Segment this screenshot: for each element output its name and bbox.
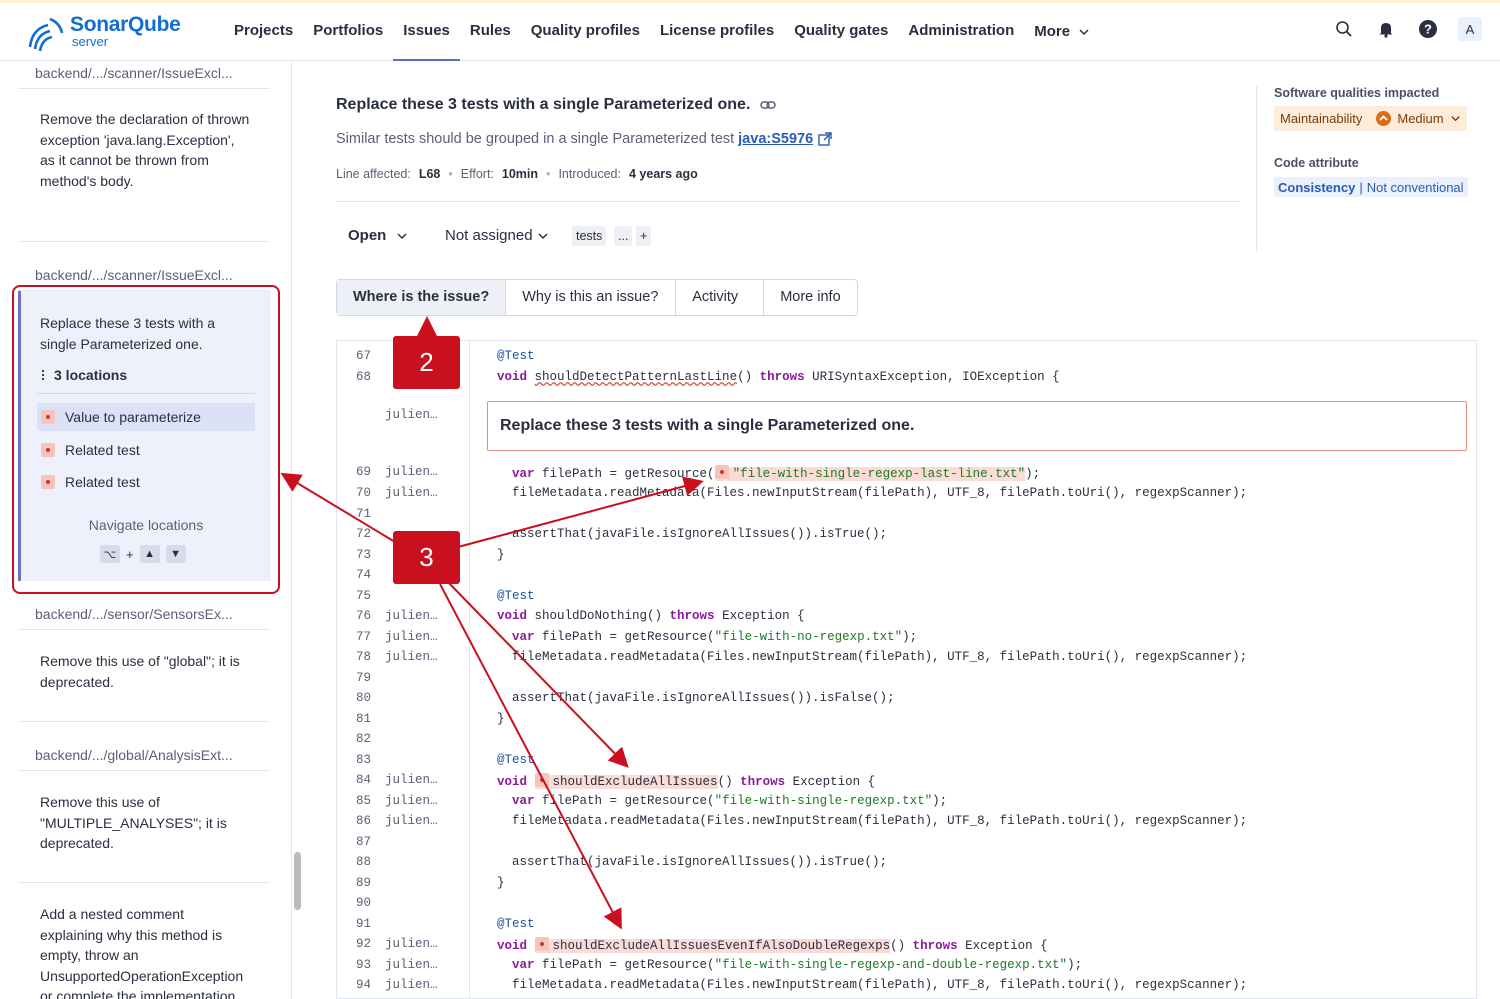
chevron-down-icon — [1450, 116, 1460, 122]
nav-quality-gates[interactable]: Quality gates — [784, 3, 898, 61]
tab-where[interactable]: Where is the issue? — [337, 280, 507, 315]
divider — [1256, 86, 1257, 252]
nav-portfolios[interactable]: Portfolios — [303, 3, 393, 61]
sidebar-scrollbar[interactable] — [294, 852, 301, 910]
highlight-frame — [12, 285, 280, 594]
nav-more-label: More — [1034, 23, 1071, 40]
divider — [18, 721, 270, 722]
quality-label: Maintainability — [1280, 111, 1363, 126]
nav-more[interactable]: More — [1024, 3, 1100, 61]
divider — [18, 241, 270, 242]
issue-item[interactable]: Remove this use of "global"; it is depre… — [40, 651, 250, 692]
divider — [18, 882, 270, 883]
status-dropdown[interactable]: Open — [348, 227, 408, 244]
file-path: backend/.../sensor/SensorsEx... — [18, 602, 270, 630]
blame-author[interactable]: julien… — [385, 609, 438, 623]
line-affected-value: L68 — [418, 167, 441, 181]
nav-projects[interactable]: Projects — [224, 3, 303, 61]
effort-value: 10min — [501, 167, 539, 181]
tab-more-info[interactable]: More info — [764, 280, 856, 315]
nav-license-profiles[interactable]: License profiles — [650, 3, 784, 61]
issue-tabs: Where is the issue? Why is this an issue… — [336, 279, 858, 316]
status-label: Open — [348, 227, 387, 244]
issue-subtitle-text: Similar tests should be grouped in a sin… — [336, 131, 735, 147]
nav-issues[interactable]: Issues — [393, 3, 460, 61]
introduced-label: Introduced: — [558, 167, 621, 181]
assignee-label: Not assigned — [445, 227, 533, 244]
blame-author[interactable]: julien… — [385, 794, 438, 808]
external-link-icon[interactable] — [817, 131, 833, 147]
help-icon[interactable]: ? — [1416, 17, 1440, 41]
main-nav: Projects Portfolios Issues Rules Quality… — [224, 3, 1100, 61]
brand-sub: server — [72, 34, 109, 49]
avatar[interactable]: A — [1458, 17, 1482, 41]
issue-item[interactable]: Add a nested comment explaining why this… — [40, 904, 250, 999]
tag-more-chip[interactable]: ... — [614, 226, 633, 246]
blame-author[interactable]: julien… — [385, 630, 438, 644]
nav-rules[interactable]: Rules — [460, 3, 521, 61]
blame-author[interactable]: julien… — [385, 937, 438, 951]
callout-badge: 2 — [393, 336, 460, 389]
blame-author[interactable]: julien… — [385, 958, 438, 972]
blame-author[interactable]: julien… — [385, 978, 438, 992]
blame-author[interactable]: julien… — [385, 465, 438, 479]
tab-activity[interactable]: Activity — [676, 280, 765, 315]
tab-why[interactable]: Why is this an issue? — [506, 280, 677, 315]
introduced-value: 4 years ago — [628, 167, 698, 181]
attribute-heading: Code attribute — [1274, 156, 1359, 170]
bell-icon[interactable] — [1374, 17, 1398, 41]
severity-medium-icon — [1376, 111, 1392, 126]
chevron-down-icon — [1079, 29, 1089, 36]
top-icons: ? A — [1332, 17, 1482, 41]
blame-author[interactable]: julien… — [385, 773, 438, 787]
inline-issue-message[interactable]: Replace these 3 tests with a single Para… — [487, 401, 1467, 451]
nav-quality-profiles[interactable]: Quality profiles — [521, 3, 650, 61]
sonarqube-logo-icon — [28, 17, 64, 52]
code-viewer: 67 @Test 68 void shouldDetectPatternLastLi… — [336, 340, 1477, 999]
effort-label: Effort: — [460, 167, 494, 181]
issue-item[interactable]: Remove the declaration of thrown excepti… — [40, 109, 250, 191]
issue-item[interactable]: Remove this use of "MULTIPLE_ANALYSES"; … — [40, 792, 250, 854]
sonarqube-logo[interactable]: SonarQube server — [26, 13, 196, 53]
svg-text:?: ? — [1424, 22, 1432, 37]
callout-badge: 3 — [393, 531, 460, 584]
issue-title: Replace these 3 tests with a single Para… — [336, 96, 777, 114]
tag-chip[interactable]: tests — [572, 226, 607, 246]
attribute-label: Consistency — [1278, 179, 1356, 195]
blame-author[interactable]: julien… — [385, 408, 438, 422]
add-tag-button[interactable]: + — [636, 226, 652, 246]
severity-label: Medium — [1397, 111, 1444, 126]
chevron-down-icon — [538, 232, 548, 239]
search-icon[interactable] — [1332, 17, 1356, 41]
severity-dropdown[interactable]: Medium — [1376, 111, 1460, 126]
qualities-heading: Software qualities impacted — [1274, 86, 1440, 100]
issue-meta: Line affected: L68 • Effort: 10min • Int… — [336, 167, 698, 181]
quality-badge[interactable]: Maintainability Medium — [1274, 106, 1467, 131]
link-icon[interactable] — [760, 99, 777, 111]
chevron-down-icon — [397, 232, 407, 239]
nav-administration[interactable]: Administration — [898, 3, 1024, 61]
issue-subtitle: Similar tests should be grouped in a sin… — [336, 131, 833, 147]
blame-author[interactable]: julien… — [385, 486, 438, 500]
gutter-divider — [469, 341, 470, 998]
line-affected-label: Line affected: — [336, 167, 411, 181]
file-path: backend/.../global/AnalysisExt... — [18, 743, 270, 771]
rule-link[interactable]: java:S5976 — [738, 131, 813, 147]
file-path: backend/.../scanner/IssueExcl... — [18, 61, 270, 89]
blame-author[interactable]: julien… — [385, 814, 438, 828]
code-attribute-badge: Consistency | Not conventional — [1274, 177, 1468, 197]
attribute-detail: Not conventional — [1366, 179, 1464, 195]
divider — [336, 201, 1240, 202]
assignee-dropdown[interactable]: Not assigned — [445, 227, 549, 244]
blame-author[interactable]: julien… — [385, 650, 438, 664]
issue-title-text: Replace these 3 tests with a single Para… — [336, 96, 751, 113]
top-navigation-bar: SonarQube server Projects Portfolios Iss… — [0, 0, 1500, 61]
